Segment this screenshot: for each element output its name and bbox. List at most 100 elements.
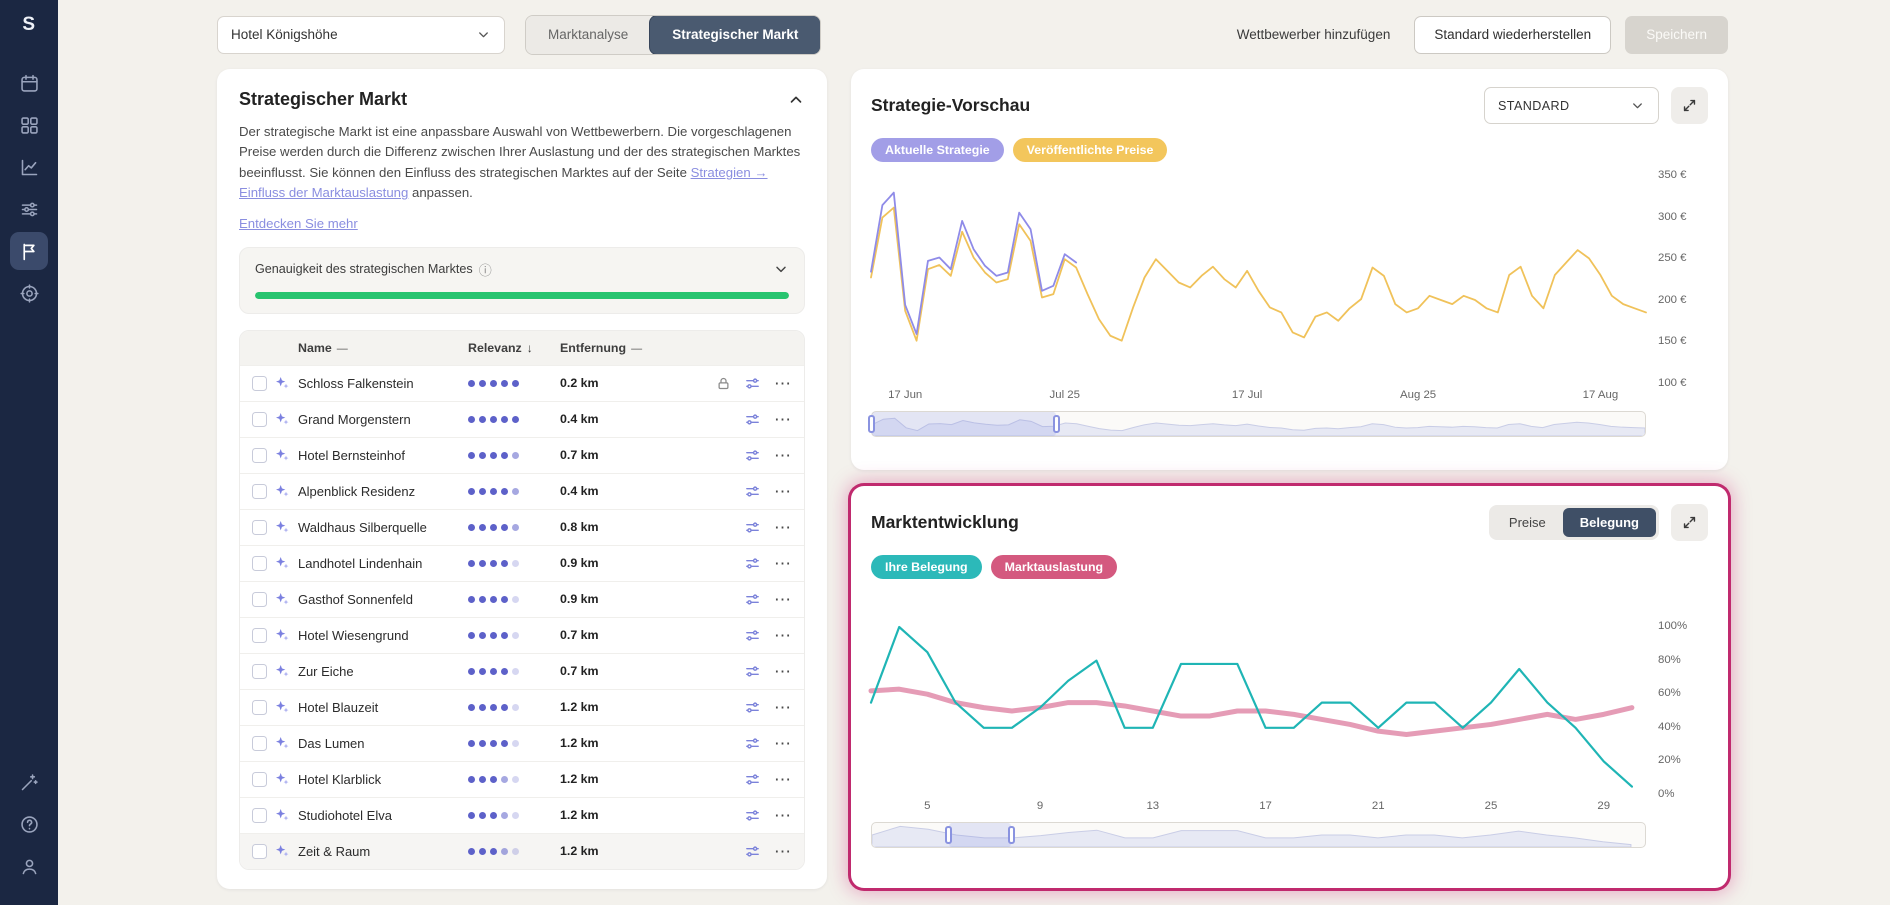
tune-icon[interactable] <box>744 411 761 428</box>
tab-marktanalyse[interactable]: Marktanalyse <box>526 16 650 54</box>
expand-icon[interactable] <box>1671 504 1708 541</box>
brush-handle-right[interactable] <box>1008 826 1015 844</box>
tab-strategischer-markt[interactable]: Strategischer Markt <box>650 16 820 54</box>
more-options-icon[interactable]: ⋯ <box>774 447 792 464</box>
more-options-icon[interactable]: ⋯ <box>774 483 792 500</box>
dashboard-icon[interactable] <box>10 106 48 144</box>
more-options-icon[interactable]: ⋯ <box>774 735 792 752</box>
tune-icon[interactable] <box>744 591 761 608</box>
row-checkbox[interactable] <box>252 448 267 463</box>
hotel-selector[interactable]: Hotel Königshöhe <box>217 16 505 54</box>
toggle-preise[interactable]: Preise <box>1492 508 1563 537</box>
collapse-chevron-up-icon[interactable] <box>787 91 805 109</box>
tune-icon[interactable] <box>744 519 761 536</box>
more-options-icon[interactable]: ⋯ <box>774 555 792 572</box>
row-checkbox[interactable] <box>252 412 267 427</box>
competitor-distance: 0.7 km <box>560 664 656 678</box>
sort-neutral-icon[interactable]: — <box>631 343 642 355</box>
row-checkbox[interactable] <box>252 844 267 859</box>
tune-icon[interactable] <box>744 663 761 680</box>
more-options-icon[interactable]: ⋯ <box>774 375 792 392</box>
accuracy-progress-fill <box>255 292 789 299</box>
expand-icon[interactable] <box>1671 87 1708 124</box>
tune-icon[interactable] <box>744 771 761 788</box>
tune-icon[interactable] <box>744 447 761 464</box>
more-options-icon[interactable]: ⋯ <box>774 411 792 428</box>
row-checkbox[interactable] <box>252 376 267 391</box>
row-checkbox[interactable] <box>252 700 267 715</box>
market-development-panel: Marktentwicklung Preise Belegung Ihre Be… <box>851 486 1728 888</box>
analytics-icon[interactable] <box>10 148 48 186</box>
x-axis-label: 13 <box>1146 800 1159 812</box>
help-icon[interactable] <box>10 805 48 843</box>
account-icon[interactable] <box>10 847 48 885</box>
tune-icon[interactable] <box>744 807 761 824</box>
tune-icon[interactable] <box>744 843 761 860</box>
sparkle-icon <box>274 375 298 391</box>
legend-chip-published-prices[interactable]: Veröffentlichte Preise <box>1013 138 1168 162</box>
row-checkbox[interactable] <box>252 556 267 571</box>
brush-selection[interactable] <box>949 823 1011 847</box>
accordion-chevron-down-icon[interactable] <box>773 261 789 277</box>
tune-icon[interactable] <box>744 555 761 572</box>
row-checkbox[interactable] <box>252 628 267 643</box>
competitor-distance: 0.8 km <box>560 520 656 534</box>
row-checkbox[interactable] <box>252 808 267 823</box>
column-name[interactable]: Name <box>298 341 332 355</box>
brush-handle-left[interactable] <box>868 415 875 433</box>
tune-icon[interactable] <box>744 735 761 752</box>
more-options-icon[interactable]: ⋯ <box>774 807 792 824</box>
column-relevance[interactable]: Relevanz <box>468 341 522 355</box>
timeline-brush[interactable] <box>871 411 1646 437</box>
more-options-icon[interactable]: ⋯ <box>774 591 792 608</box>
more-options-icon[interactable]: ⋯ <box>774 699 792 716</box>
competitor-distance: 0.7 km <box>560 448 656 462</box>
target-icon[interactable] <box>10 274 48 312</box>
info-icon[interactable]: ⓘ <box>479 260 492 279</box>
table-row: Schloss Falkenstein 0.2 km ⋯ <box>240 365 804 401</box>
discover-more-link[interactable]: Entdecken Sie mehr <box>239 216 358 231</box>
panel-description: Der strategische Markt ist eine anpassba… <box>239 122 805 204</box>
restore-default-button[interactable]: Standard wiederherstellen <box>1414 16 1611 54</box>
legend-chip-market-occupancy[interactable]: Marktauslastung <box>991 555 1117 579</box>
row-checkbox[interactable] <box>252 736 267 751</box>
tune-icon[interactable] <box>744 483 761 500</box>
sliders-icon[interactable] <box>10 190 48 228</box>
magic-wand-icon[interactable] <box>10 763 48 801</box>
column-distance[interactable]: Entfernung <box>560 341 626 355</box>
tune-icon[interactable] <box>744 375 761 392</box>
row-checkbox[interactable] <box>252 772 267 787</box>
add-competitor-button[interactable]: Wettbewerber hinzufügen <box>1237 27 1391 42</box>
calendar-icon[interactable] <box>10 64 48 102</box>
more-options-icon[interactable]: ⋯ <box>774 771 792 788</box>
preset-selector[interactable]: STANDARD <box>1484 87 1659 124</box>
legend-chip-your-occupancy[interactable]: Ihre Belegung <box>871 555 982 579</box>
row-checkbox[interactable] <box>252 664 267 679</box>
y-axis-label: 200 € <box>1658 294 1687 306</box>
market-icon[interactable] <box>10 232 48 270</box>
sort-neutral-icon[interactable]: — <box>337 343 348 355</box>
sparkle-icon <box>274 843 298 859</box>
sort-descending-icon[interactable]: ↓ <box>527 341 533 355</box>
strategic-market-panel: Strategischer Markt Der strategische Mar… <box>217 69 827 889</box>
row-checkbox[interactable] <box>252 484 267 499</box>
more-options-icon[interactable]: ⋯ <box>774 519 792 536</box>
tune-icon[interactable] <box>744 699 761 716</box>
save-button[interactable]: Speichern <box>1625 16 1728 54</box>
row-checkbox[interactable] <box>252 520 267 535</box>
table-header: Name — Relevanz ↓ Entfernung — <box>240 331 804 365</box>
more-options-icon[interactable]: ⋯ <box>774 843 792 860</box>
timeline-brush[interactable] <box>871 822 1646 848</box>
brush-handle-right[interactable] <box>1053 415 1060 433</box>
sparkle-icon <box>274 627 298 643</box>
sparkle-icon <box>274 555 298 571</box>
legend-chip-current-strategy[interactable]: Aktuelle Strategie <box>871 138 1004 162</box>
tune-icon[interactable] <box>744 627 761 644</box>
brush-selection[interactable] <box>872 412 1056 436</box>
toggle-belegung[interactable]: Belegung <box>1563 508 1656 537</box>
more-options-icon[interactable]: ⋯ <box>774 663 792 680</box>
relevance-dots <box>468 632 560 639</box>
more-options-icon[interactable]: ⋯ <box>774 627 792 644</box>
row-checkbox[interactable] <box>252 592 267 607</box>
brush-handle-left[interactable] <box>945 826 952 844</box>
